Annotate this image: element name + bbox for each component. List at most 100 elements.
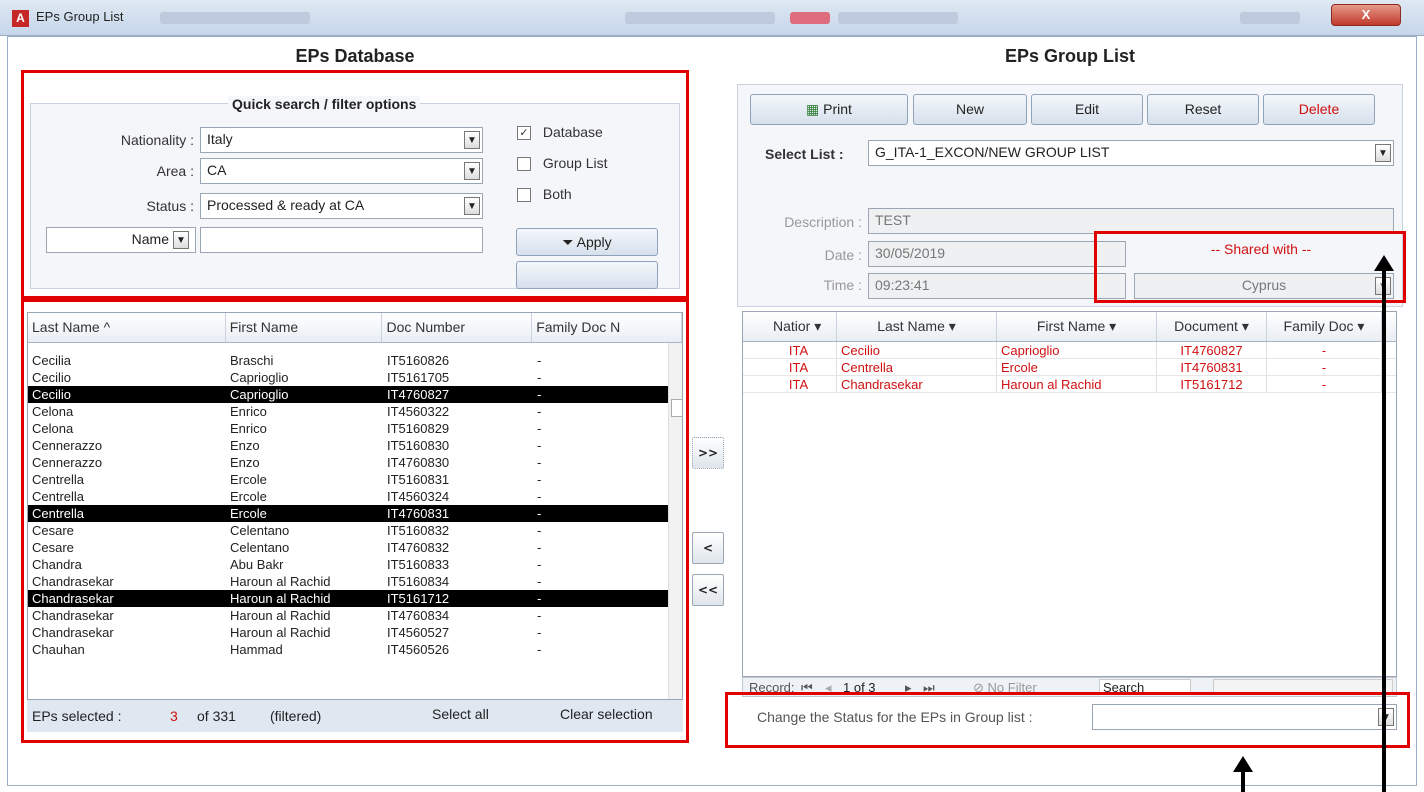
col-doc-number[interactable]: Doc Number: [382, 313, 533, 342]
description-label: Description :: [784, 214, 862, 230]
area-select[interactable]: CA ▼: [200, 158, 483, 184]
scrollbar-thumb[interactable]: [671, 399, 682, 417]
cell-last: Celona: [32, 404, 74, 419]
table-row[interactable]: Cecilio Caprioglio IT4760827 -: [28, 386, 668, 403]
shared-with-highlight-box: [1094, 231, 1406, 303]
table-row[interactable]: ITA Chandrasekar Haroun al Rachid IT5161712…: [743, 376, 1396, 393]
col-group-document[interactable]: Document ▾: [1157, 312, 1267, 341]
chevron-down-icon[interactable]: ▼: [464, 197, 480, 215]
table-row[interactable]: Cesare Celentano IT5160832 -: [28, 522, 668, 539]
col-first-name[interactable]: First Name: [226, 313, 383, 342]
apply-button[interactable]: ⏷ Apply: [516, 228, 658, 256]
date-field[interactable]: 30/05/2019: [868, 241, 1126, 267]
window-title: EPs Group List: [36, 9, 124, 24]
filter-icon: ⏷: [562, 234, 574, 250]
chevron-down-icon[interactable]: ▼: [173, 231, 189, 249]
table-row[interactable]: Chandrasekar Haroun al Rachid IT4760834 -: [28, 607, 668, 624]
cell-last: Chandrasekar: [32, 591, 114, 606]
status-select[interactable]: Processed & ready at CA ▼: [200, 193, 483, 219]
cell-last: Centrella: [32, 489, 85, 504]
checkbox-icon[interactable]: [517, 157, 531, 172]
select-all-button[interactable]: Select all: [432, 706, 489, 722]
name-search-input[interactable]: [200, 227, 483, 253]
print-button[interactable]: ▦ Print: [750, 94, 908, 125]
cell-first: Enzo: [230, 455, 260, 470]
up-arrow-icon: [1374, 255, 1394, 271]
table-row[interactable]: Centrella Ercole IT4760831 -: [28, 505, 668, 522]
cell-fam: -: [1267, 376, 1382, 392]
close-button[interactable]: X: [1331, 4, 1401, 26]
group-list-checkbox[interactable]: Group List: [517, 155, 607, 172]
edit-button[interactable]: Edit: [1031, 94, 1143, 125]
table-row[interactable]: Cecilia Braschi IT5160826 -: [28, 352, 668, 369]
table-row[interactable]: Chauhan Hammad IT4560526 -: [28, 641, 668, 658]
cell-first: Haroun al Rachid: [230, 625, 331, 640]
cell-fam: -: [537, 421, 542, 436]
annotation-arrow-shaft: [1241, 770, 1245, 792]
remove-all-button[interactable]: <<: [692, 574, 724, 606]
cell-last: Celona: [32, 421, 74, 436]
cell-fam: -: [537, 557, 542, 572]
cell-fam: -: [537, 370, 542, 385]
chevron-down-icon[interactable]: ▼: [464, 131, 480, 149]
delete-button[interactable]: Delete: [1263, 94, 1375, 125]
cell-doc: IT5160834: [387, 574, 450, 589]
table-row[interactable]: Cennerazzo Enzo IT4760830 -: [28, 454, 668, 471]
table-row[interactable]: Chandrasekar Haroun al Rachid IT5160834 -: [28, 573, 668, 590]
cell-doc: IT4760831: [1157, 359, 1267, 375]
both-checkbox[interactable]: Both: [517, 186, 572, 203]
table-row[interactable]: Cesare Celentano IT4760832 -: [28, 539, 668, 556]
col-nationality[interactable]: Natior ▾: [743, 312, 837, 341]
window-titlebar: A EPs Group List X: [0, 0, 1424, 36]
status-change-select[interactable]: ▼: [1092, 704, 1397, 730]
name-field-selector[interactable]: Name ▼: [46, 227, 196, 253]
reset-button[interactable]: Reset: [1147, 94, 1259, 125]
table-row[interactable]: Cennerazzo Enzo IT5160830 -: [28, 437, 668, 454]
cell-doc: IT4760832: [387, 540, 450, 555]
remove-from-group-button[interactable]: <: [692, 532, 724, 564]
blank-button[interactable]: [516, 261, 658, 289]
nationality-select[interactable]: Italy ▼: [200, 127, 483, 153]
chevron-down-icon[interactable]: ▼: [1375, 144, 1391, 162]
cell-last: Cecilio: [837, 342, 997, 358]
chevron-down-icon[interactable]: ▼: [1378, 708, 1394, 726]
table-row[interactable]: Centrella Ercole IT5160831 -: [28, 471, 668, 488]
col-last-name[interactable]: Last Name ^: [28, 313, 226, 342]
database-scrollbar[interactable]: [668, 343, 682, 699]
table-row[interactable]: Chandrasekar Haroun al Rachid IT4560527 -: [28, 624, 668, 641]
col-group-first-name[interactable]: First Name ▾: [997, 312, 1157, 341]
add-to-group-button[interactable]: >>: [692, 437, 724, 469]
name-label: Name: [131, 231, 169, 247]
table-row[interactable]: ITA Cecilio Caprioglio IT4760827-: [743, 342, 1396, 359]
table-row[interactable]: Cecilio Caprioglio IT5161705 -: [28, 369, 668, 386]
select-list-dropdown[interactable]: G_ITA-1_EXCON/NEW GROUP LIST ▼: [868, 140, 1394, 166]
app-icon: A: [12, 10, 29, 27]
up-arrow-icon: [1233, 756, 1253, 772]
col-group-last-name[interactable]: Last Name ▾: [837, 312, 997, 341]
new-button[interactable]: New: [913, 94, 1027, 125]
table-row[interactable]: Celona Enrico IT4560322 -: [28, 403, 668, 420]
col-family-doc[interactable]: Family Doc N: [532, 313, 682, 342]
col-group-family-doc[interactable]: Family Doc ▾: [1267, 312, 1382, 341]
table-row[interactable]: Celona Enrico IT5160829 -: [28, 420, 668, 437]
cell-doc: IT4760834: [387, 608, 450, 623]
table-row[interactable]: ITA Centrella Ercole IT4760831-: [743, 359, 1396, 376]
cell-doc: IT5160833: [387, 557, 450, 572]
table-row[interactable]: Chandrasekar Haroun al Rachid IT5161712 -: [28, 590, 668, 607]
table-row[interactable]: Centrella Ercole IT4560324 -: [28, 488, 668, 505]
cell-doc: IT5161712: [1157, 376, 1267, 392]
cell-doc: IT4760827: [1157, 342, 1267, 358]
cell-doc: IT5160829: [387, 421, 450, 436]
time-field[interactable]: 09:23:41: [868, 273, 1126, 299]
database-footer: EPs selected : 3 of 331 (filtered) Selec…: [27, 700, 683, 732]
table-row[interactable]: Chandra Abu Bakr IT5160833 -: [28, 556, 668, 573]
cell-fam: -: [537, 540, 542, 555]
cell-fam: -: [537, 472, 542, 487]
checkbox-checked-icon[interactable]: ✓: [517, 126, 531, 141]
cell-nat: ITA: [743, 376, 837, 392]
clear-selection-button[interactable]: Clear selection: [560, 706, 653, 722]
checkbox-icon[interactable]: [517, 188, 531, 203]
database-checkbox[interactable]: ✓ Database: [517, 124, 603, 141]
chevron-down-icon[interactable]: ▼: [464, 162, 480, 180]
group-grid-header: Natior ▾ Last Name ▾ First Name ▾ Docume…: [743, 312, 1396, 342]
